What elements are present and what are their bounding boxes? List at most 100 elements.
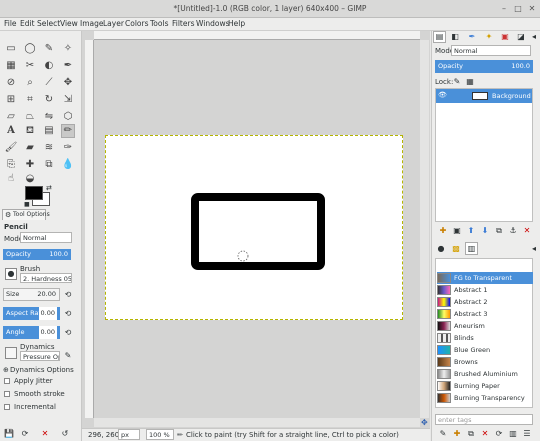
gradient-item-burning-transparency[interactable]: Burning Transparency bbox=[437, 392, 533, 404]
gradient-item-fg-to-transparent[interactable]: FG to Transparent bbox=[437, 272, 533, 284]
vertical-scrollbar[interactable] bbox=[420, 40, 429, 418]
flip-icon[interactable]: ⇋ bbox=[42, 110, 56, 124]
raise-layer-icon[interactable]: ⬆ bbox=[466, 226, 476, 236]
incremental-checkbox[interactable] bbox=[4, 404, 10, 410]
menu-image[interactable]: Image bbox=[80, 19, 104, 28]
delete-layer-icon[interactable]: ✕ bbox=[522, 226, 532, 236]
gradient-item-blinds[interactable]: Blinds bbox=[437, 332, 533, 344]
menu-edit[interactable]: Edit bbox=[20, 19, 35, 28]
gradient-tag-filter-input[interactable]: enter tags bbox=[435, 414, 533, 425]
dock-tab-layers[interactable]: ▤ bbox=[433, 31, 446, 43]
dock-tab-brushes-icon[interactable]: ◪ bbox=[516, 32, 526, 42]
bucket-fill-icon[interactable]: ⛾ bbox=[23, 124, 37, 138]
eraser-icon[interactable]: ▰ bbox=[23, 141, 37, 155]
gradient-item-blue-green[interactable]: Blue Green bbox=[437, 344, 533, 356]
dock-tab-paths-icon[interactable]: ✒ bbox=[467, 32, 477, 42]
brushes-tab-icon[interactable]: ● bbox=[436, 244, 446, 254]
gradient-item-abstract-1[interactable]: Abstract 1 bbox=[437, 284, 533, 296]
gradients-menu-icon[interactable]: ◂ bbox=[529, 244, 539, 254]
duplicate-layer-icon[interactable]: ⧉ bbox=[494, 226, 504, 236]
zoom-icon[interactable]: ⌕ bbox=[23, 76, 37, 90]
minimize-icon[interactable]: – bbox=[498, 3, 510, 15]
foreground-select-icon[interactable]: ◐ bbox=[42, 59, 56, 73]
text-tool-icon[interactable]: A bbox=[4, 124, 18, 138]
gradient-item-brushed-aluminium[interactable]: Brushed Aluminium bbox=[437, 368, 533, 380]
dynamics-options-expander-icon[interactable]: ⊕ bbox=[3, 366, 9, 374]
rotate-icon[interactable]: ↻ bbox=[42, 93, 56, 107]
navigate-icon[interactable]: ✥ bbox=[421, 418, 428, 427]
perspective-icon[interactable]: ⏢ bbox=[23, 110, 37, 124]
gradient-item-abstract-2[interactable]: Abstract 2 bbox=[437, 296, 533, 308]
lower-layer-icon[interactable]: ⬇ bbox=[480, 226, 490, 236]
menu-layer[interactable]: Layer bbox=[103, 19, 124, 28]
ink-icon[interactable]: ✑ bbox=[61, 141, 75, 155]
crop-icon[interactable]: ⌗ bbox=[23, 93, 37, 107]
angle-reset-icon[interactable]: ⟲ bbox=[63, 328, 73, 338]
lock-pixels-icon[interactable]: ✎ bbox=[452, 77, 462, 87]
menu-colors[interactable]: Colors bbox=[125, 19, 149, 28]
edit-gradient-icon[interactable]: ✎ bbox=[438, 429, 448, 439]
zoom-select[interactable]: 100 % bbox=[146, 429, 174, 440]
unit-select[interactable]: px bbox=[118, 429, 140, 440]
dynamics-edit-icon[interactable]: ✎ bbox=[63, 351, 73, 361]
aspect-reset-icon[interactable]: ⟲ bbox=[63, 309, 73, 319]
blur-icon[interactable]: 💧 bbox=[61, 158, 75, 172]
menu-filters[interactable]: Filters bbox=[172, 19, 194, 28]
layers-mode-select[interactable]: Normal bbox=[451, 45, 531, 56]
align-icon[interactable]: ⊞ bbox=[4, 93, 18, 107]
gradient-as-image-icon[interactable]: ▥ bbox=[508, 429, 518, 439]
horizontal-scrollbar[interactable] bbox=[94, 418, 420, 427]
menu-file[interactable]: File bbox=[4, 19, 17, 28]
color-select-icon[interactable]: ▦ bbox=[4, 59, 18, 73]
scissors-icon[interactable]: ✂ bbox=[23, 59, 37, 73]
aspect-ratio-slider[interactable]: Aspect Ratio 0.00 bbox=[3, 307, 60, 320]
menu-view[interactable]: View bbox=[60, 19, 78, 28]
swap-colors-icon[interactable]: ⇄ bbox=[46, 184, 52, 192]
clone-icon[interactable]: ⎘ bbox=[4, 158, 18, 172]
lock-alpha-icon[interactable]: ▦ bbox=[465, 77, 475, 87]
restore-options-icon[interactable]: ⟳ bbox=[20, 429, 30, 439]
opacity-slider[interactable]: Opacity 100.0 bbox=[3, 249, 71, 260]
smooth-stroke-checkbox[interactable] bbox=[4, 391, 10, 397]
ellipse-select-icon[interactable]: ◯ bbox=[23, 42, 37, 56]
foreground-color-swatch[interactable] bbox=[25, 186, 43, 200]
airbrush-icon[interactable]: ≋ bbox=[42, 141, 56, 155]
layer-visibility-eye-icon[interactable]: 👁 bbox=[438, 91, 447, 99]
layers-opacity-slider[interactable]: Opacity 100.0 bbox=[435, 60, 533, 73]
gradients-tab[interactable]: ▥ bbox=[465, 242, 478, 255]
shear-icon[interactable]: ▱ bbox=[4, 110, 18, 124]
scale-icon[interactable]: ⇲ bbox=[61, 93, 75, 107]
new-gradient-icon[interactable]: ✚ bbox=[452, 429, 462, 439]
dynamics-field[interactable]: Pressure Opacity bbox=[20, 351, 60, 361]
dynamics-preview[interactable] bbox=[5, 347, 17, 359]
gradient-item-abstract-3[interactable]: Abstract 3 bbox=[437, 308, 533, 320]
new-layer-group-icon[interactable]: ▣ bbox=[452, 226, 462, 236]
gradient-item-burning-paper[interactable]: Burning Paper bbox=[437, 380, 533, 392]
delete-gradient-icon[interactable]: ✕ bbox=[480, 429, 490, 439]
reset-options-icon[interactable]: ↺ bbox=[60, 429, 70, 439]
save-options-icon[interactable]: 💾 bbox=[4, 429, 14, 439]
blend-icon[interactable]: ▤ bbox=[42, 124, 56, 138]
dodge-burn-icon[interactable]: ◒ bbox=[23, 172, 37, 186]
dynamics-options-label[interactable]: Dynamics Options bbox=[10, 366, 74, 374]
patterns-tab-icon[interactable]: ▩ bbox=[451, 244, 461, 254]
move-icon[interactable]: ✥ bbox=[61, 76, 75, 90]
new-layer-icon[interactable]: ✚ bbox=[438, 226, 448, 236]
dock-tab-undo-icon[interactable]: ✦ bbox=[484, 32, 494, 42]
dock-tab-images-icon[interactable]: ▣ bbox=[500, 32, 510, 42]
menu-help[interactable]: Help bbox=[228, 19, 245, 28]
duplicate-gradient-icon[interactable]: ⧉ bbox=[466, 429, 476, 439]
maximize-icon[interactable]: □ bbox=[512, 3, 524, 15]
heal-icon[interactable]: ✚ bbox=[23, 158, 37, 172]
paths-icon[interactable]: ✒ bbox=[61, 59, 75, 73]
brush-field[interactable]: 2. Hardness 05 bbox=[20, 273, 72, 283]
pencil-icon[interactable]: ✏ bbox=[61, 124, 75, 138]
refresh-gradients-icon[interactable]: ⟳ bbox=[494, 429, 504, 439]
color-picker-icon[interactable]: ⊘ bbox=[4, 76, 18, 90]
mode-select[interactable]: Normal bbox=[20, 232, 72, 243]
close-icon[interactable]: ✕ bbox=[526, 3, 538, 15]
gradient-item-browns[interactable]: Browns bbox=[437, 356, 533, 368]
gradient-item-aneurism[interactable]: Aneurism bbox=[437, 320, 533, 332]
tool-options-tab[interactable]: ⚙ Tool Options bbox=[2, 209, 50, 220]
free-select-icon[interactable]: ✎ bbox=[42, 42, 56, 56]
